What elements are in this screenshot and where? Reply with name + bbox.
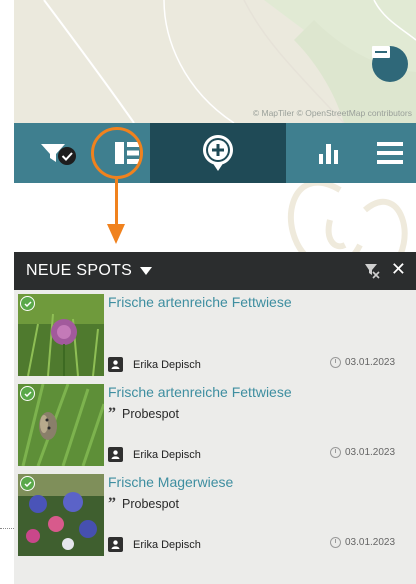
arrow-annotation-shaft (115, 179, 118, 227)
spot-thumbnail (18, 474, 104, 556)
spot-title[interactable]: Frische artenreiche Fettwiese (108, 384, 292, 400)
spot-list-item[interactable]: Frische artenreiche Fettwiese Erika Depi… (14, 290, 416, 380)
spot-list-item[interactable]: Frische Magerwiese ” Probespot Erika Dep… (14, 470, 416, 560)
author-name: Erika Depisch (133, 538, 201, 551)
spot-author: Erika Depisch (108, 357, 201, 372)
spot-date: 03.01.2023 (330, 357, 395, 368)
verified-check-icon (20, 296, 35, 311)
spot-list-item[interactable]: Frische artenreiche Fettwiese ” Probespo… (14, 380, 416, 470)
add-location-icon (202, 135, 233, 171)
spot-note: ” Probespot (108, 495, 179, 512)
statistics-button[interactable] (304, 123, 354, 183)
quote-icon: ” (108, 495, 116, 512)
filter-clear-icon[interactable] (364, 263, 380, 279)
menu-button[interactable] (364, 123, 416, 183)
user-icon (108, 447, 123, 462)
spot-author: Erika Depisch (108, 447, 201, 462)
clock-icon (330, 447, 341, 458)
date-text: 03.01.2023 (345, 447, 396, 458)
highlight-ring-annotation (91, 127, 143, 179)
spot-author: Erika Depisch (108, 537, 201, 552)
filter-check-icon (41, 144, 76, 165)
arrow-down-icon (107, 224, 125, 244)
user-icon (108, 357, 123, 372)
spot-note: ” Probespot (108, 405, 179, 422)
add-location-button[interactable] (150, 123, 286, 183)
spot-title[interactable]: Frische artenreiche Fettwiese (108, 294, 292, 310)
spot-title[interactable]: Frische Magerwiese (108, 474, 233, 490)
caret-down-icon[interactable] (140, 267, 153, 275)
dotted-connector-line (0, 528, 14, 529)
panel-title[interactable]: NEUE SPOTS (26, 262, 132, 280)
bar-chart-icon (319, 144, 338, 164)
map-attribution: © MapTiler © OpenStreetMap contributors (252, 108, 412, 118)
user-icon (108, 537, 123, 552)
spot-note-text: Probespot (122, 497, 179, 511)
author-name: Erika Depisch (133, 358, 201, 371)
clock-icon (330, 537, 341, 548)
panel-header: NEUE SPOTS ✕ (14, 252, 416, 290)
spot-date: 03.01.2023 (330, 537, 395, 548)
bottom-toolbar (14, 123, 416, 183)
verified-check-icon (20, 386, 35, 401)
quote-icon: ” (108, 405, 116, 422)
date-text: 03.01.2023 (345, 537, 396, 548)
date-text: 03.01.2023 (345, 357, 396, 368)
author-name: Erika Depisch (133, 448, 201, 461)
list-view-fab-button[interactable] (372, 46, 408, 82)
list-view-icon (372, 46, 390, 58)
spot-date: 03.01.2023 (330, 447, 395, 458)
verified-check-icon (20, 476, 35, 491)
clock-icon (330, 357, 341, 368)
app-screen-top: © MapTiler © OpenStreetMap contributors (14, 0, 416, 183)
menu-icon (377, 142, 403, 164)
map-view[interactable]: © MapTiler © OpenStreetMap contributors (14, 0, 416, 123)
new-spots-panel: NEUE SPOTS ✕ Frische artenreiche Fettwie… (14, 252, 416, 584)
spot-thumbnail (18, 294, 104, 376)
spot-note-text: Probespot (122, 407, 179, 421)
map-tiles (14, 0, 416, 123)
spot-thumbnail (18, 384, 104, 466)
close-button[interactable]: ✕ (391, 261, 406, 279)
